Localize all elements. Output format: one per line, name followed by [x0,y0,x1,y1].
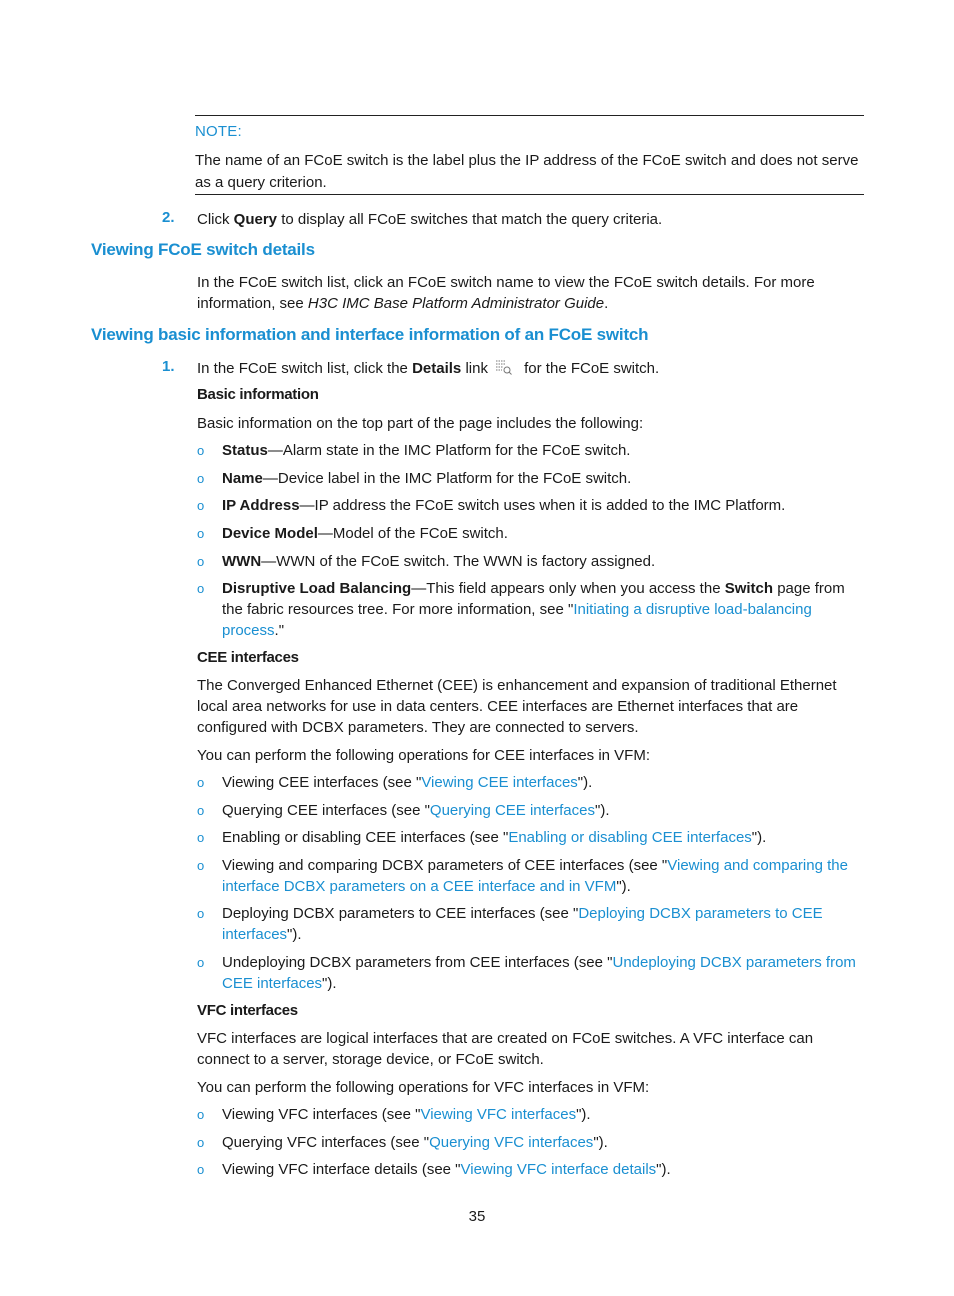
step-text: for the FCoE switch. [519,360,660,377]
description: ." [274,622,285,639]
term: Disruptive Load Balancing [222,580,412,597]
step-2-text: Click Query to display all FCoE switches… [197,209,662,230]
item-text: Deploying DCBX parameters to CEE interfa… [222,905,579,922]
term: Name [222,470,263,487]
step-number: 2. [162,209,175,226]
link-viewing-vfc-interface-details[interactable]: Viewing VFC interface details [461,1161,657,1178]
step-text: link [461,360,488,377]
bullet-icon: o [197,858,205,873]
subheading-cee-interfaces: CEE interfaces [197,649,299,666]
link-viewing-vfc-interfaces[interactable]: Viewing VFC interfaces [420,1106,576,1123]
list-item: o Name—Device label in the IMC Platform f… [197,468,867,489]
step-text: to display all FCoE switches that match … [277,211,663,228]
list-item: o Status—Alarm state in the IMC Platform … [197,440,867,461]
bullet-icon: o [197,1162,205,1177]
bullet-icon: o [197,526,205,541]
description: —WWN of the FCoE switch. The WWN is fact… [261,553,656,570]
item-text: "). [576,1106,591,1123]
item-text: "). [656,1161,671,1178]
basic-info-intro: Basic information on the top part of the… [197,415,644,432]
details-term: Details [412,360,462,377]
bullet-icon: o [197,906,205,921]
list-item: o Querying VFC interfaces (see "Querying … [197,1132,867,1153]
section-heading-basic-interface-info: Viewing basic information and interface … [91,325,649,344]
step-number: 1. [162,358,175,375]
bullet-icon: o [197,775,205,790]
description: —IP address the FCoE switch uses when it… [299,497,786,514]
term: IP Address [222,497,300,514]
note-box: NOTE: The name of an FCoE switch is the … [195,115,864,195]
paragraph-text: . [604,295,609,312]
subheading-basic-information: Basic information [197,386,319,403]
bullet-icon: o [197,1135,205,1150]
step-text: Click [197,211,234,228]
list-item: o Viewing CEE interfaces (see "Viewing CE… [197,772,867,793]
list-item: o Viewing VFC interfaces (see "Viewing VF… [197,1104,867,1125]
item-text: "). [595,802,610,819]
item-text: "). [322,975,337,992]
vfc-intro: VFC interfaces are logical interfaces th… [197,1030,814,1068]
guide-title: H3C IMC Base Platform Administrator Guid… [307,295,605,312]
list-item: o Undeploying DCBX parameters from CEE in… [197,952,867,994]
list-item: o Querying CEE interfaces (see "Querying … [197,800,867,821]
link-querying-vfc-interfaces[interactable]: Querying VFC interfaces [429,1134,593,1151]
bullet-icon: o [197,581,205,596]
bullet-icon: o [197,803,205,818]
cee-ops-intro: You can perform the following operations… [197,747,651,764]
list-item: o Deploying DCBX parameters to CEE interf… [197,903,867,945]
bullet-icon: o [197,830,205,845]
list-item: o WWN—WWN of the FCoE switch. The WWN is … [197,551,867,572]
item-text: Viewing CEE interfaces (see " [222,774,422,791]
list-item: o Viewing and comparing DCBX parameters o… [197,855,867,897]
page-number: 35 [468,1208,486,1225]
bullet-icon: o [197,1107,205,1122]
item-text: Viewing VFC interface details (see " [222,1161,461,1178]
item-text: "). [751,829,767,846]
step-text: In the FCoE switch list, click the [197,360,413,377]
link-viewing-cee-interfaces[interactable]: Viewing CEE interfaces [421,774,577,791]
switch-term: Switch [724,580,774,597]
item-text: Viewing VFC interfaces (see " [222,1106,421,1123]
link-enabling-disabling-cee-interfaces[interactable]: Enabling or disabling CEE interfaces [508,829,751,846]
description: —Alarm state in the IMC Platform for the… [267,442,631,459]
details-icon [494,359,514,375]
section-1-paragraph: In the FCoE switch list, click an FCoE s… [197,272,869,314]
bullet-icon: o [197,955,205,970]
list-item: o Viewing VFC interface details (see "Vie… [197,1159,867,1180]
link-querying-cee-interfaces[interactable]: Querying CEE interfaces [430,802,595,819]
item-text: Querying CEE interfaces (see " [222,802,430,819]
bullet-icon: o [197,554,205,569]
term: Device Model [222,525,318,542]
note-text: The name of an FCoE switch is the label … [195,152,859,191]
item-text: "). [593,1134,608,1151]
item-text: Viewing and comparing DCBX parameters of… [222,857,668,874]
item-text: "). [577,774,593,791]
bullet-icon: o [197,498,205,513]
vfc-ops-intro: You can perform the following operations… [197,1079,650,1096]
item-text: "). [616,878,631,895]
list-item: o IP Address—IP address the FCoE switch u… [197,495,867,516]
description: —Device label in the IMC Platform for th… [262,470,632,487]
item-text: Undeploying DCBX parameters from CEE int… [222,954,613,971]
step-1-text: In the FCoE switch list, click the Detai… [197,358,659,379]
subheading-vfc-interfaces: VFC interfaces [197,1002,298,1019]
item-text: Querying VFC interfaces (see " [222,1134,430,1151]
query-term: Query [233,211,278,228]
description: —This field appears only when you access… [411,580,725,597]
cee-intro: The Converged Enhanced Ethernet (CEE) is… [197,677,837,736]
section-heading-viewing-details: Viewing FCoE switch details [91,240,315,259]
description: —Model of the FCoE switch. [317,525,508,542]
bullet-icon: o [197,471,205,486]
item-text: "). [287,926,302,943]
bullet-icon: o [197,443,205,458]
list-item: o Disruptive Load Balancing—This field ap… [197,578,867,641]
term: Status [222,442,268,459]
note-label: NOTE: [195,123,242,140]
term: WWN [222,553,262,570]
list-item: o Enabling or disabling CEE interfaces (s… [197,827,867,848]
item-text: Enabling or disabling CEE interfaces (se… [222,829,509,846]
list-item: o Device Model—Model of the FCoE switch. [197,523,867,544]
